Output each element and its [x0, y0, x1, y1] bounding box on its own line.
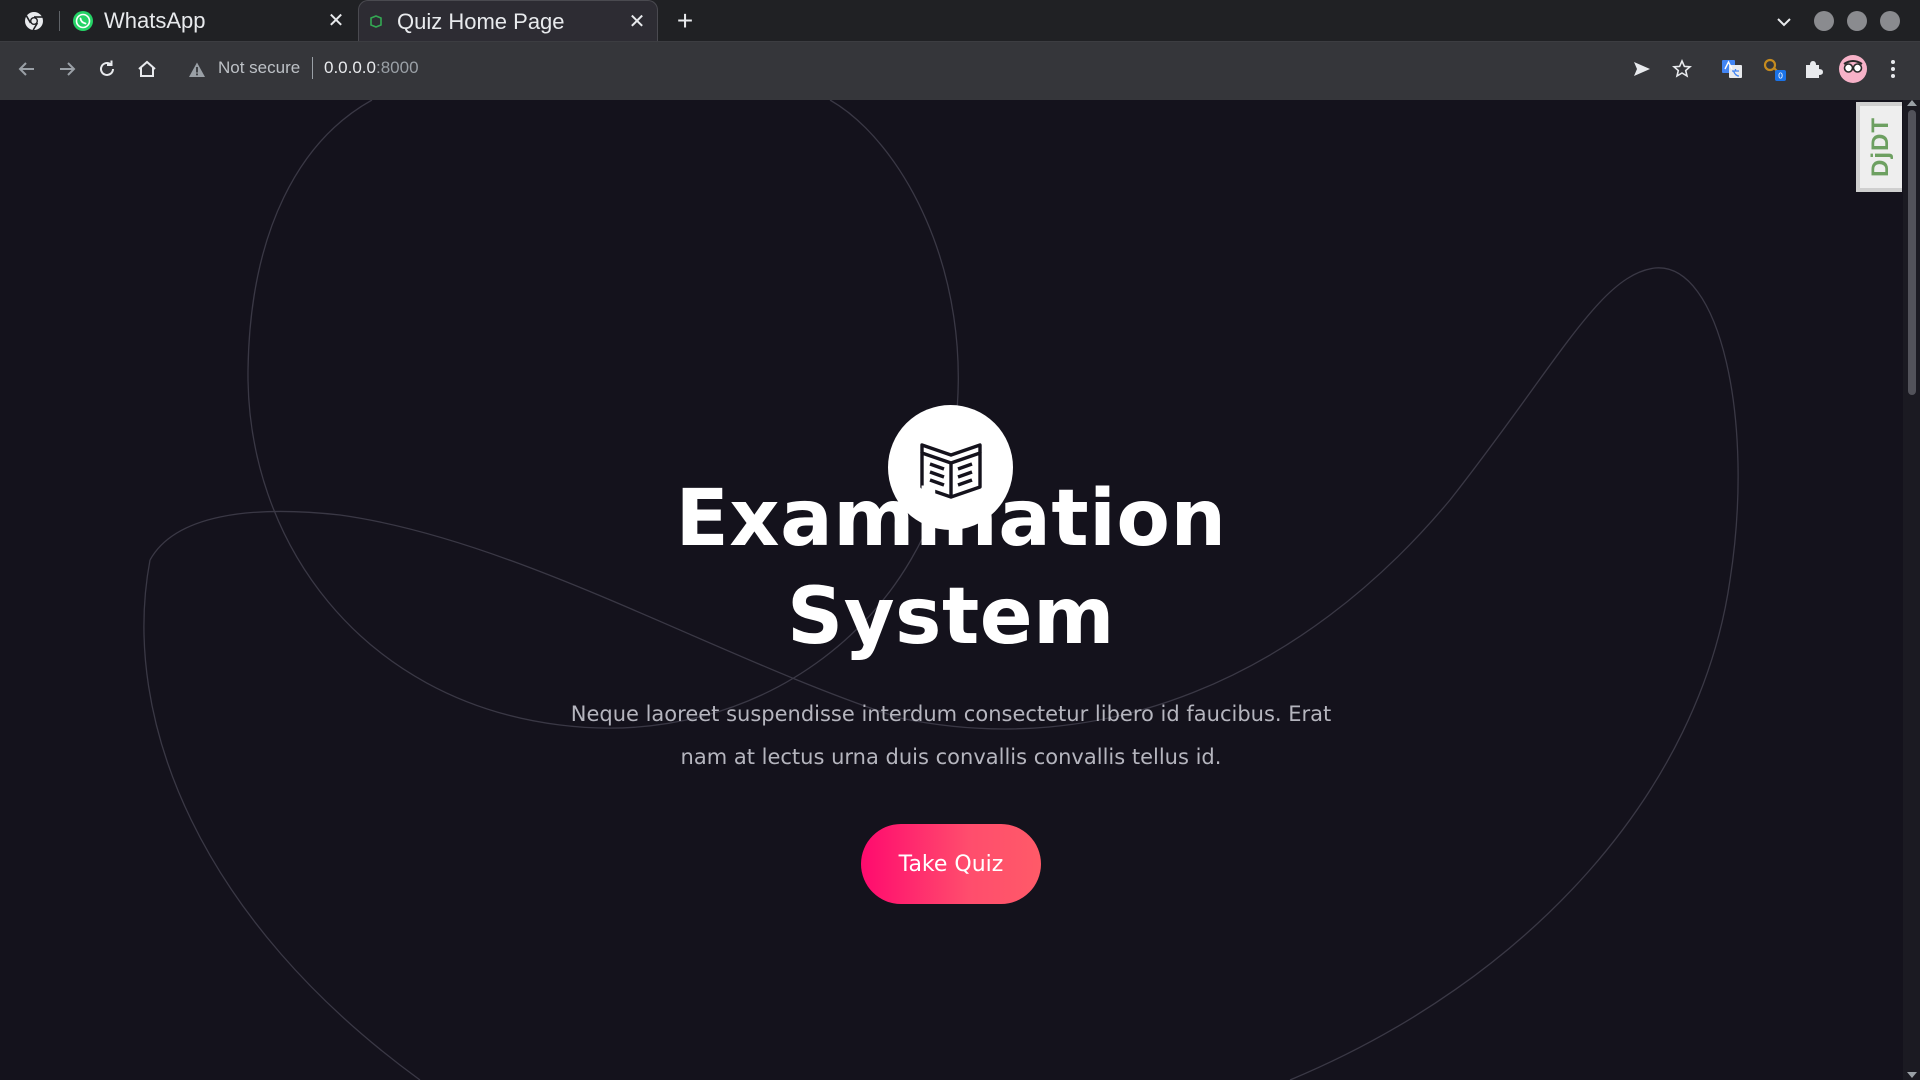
url-text[interactable]: 0.0.0.0:8000 — [324, 58, 419, 78]
django-debug-toolbar-handle[interactable]: DjDT — [1856, 102, 1902, 192]
tab-whatsapp[interactable]: WhatsApp ✕ — [66, 0, 356, 42]
djdt-label: DjDT — [1867, 117, 1894, 177]
kebab-menu-icon — [1891, 60, 1895, 78]
page-favicon-icon — [365, 11, 387, 33]
browser-menu-button[interactable] — [1878, 54, 1908, 84]
scroll-down-arrow[interactable] — [1907, 1072, 1917, 1078]
key-extension-button[interactable]: 0 — [1760, 54, 1790, 84]
page-scrollbar[interactable] — [1903, 100, 1920, 1080]
reload-button[interactable] — [92, 54, 122, 84]
home-icon — [138, 60, 156, 77]
title-line-2: System — [787, 572, 1115, 662]
svg-text:0: 0 — [1778, 72, 1783, 81]
take-quiz-button[interactable]: Take Quiz — [861, 824, 1041, 904]
page-content: Examination System Neque laoreet suspend… — [0, 100, 1903, 1080]
profile-button[interactable] — [1838, 54, 1868, 84]
bookmark-button[interactable] — [1667, 54, 1697, 84]
forward-arrow-icon — [60, 62, 76, 76]
tab-quiz-home[interactable]: Quiz Home Page ✕ — [358, 0, 658, 42]
new-tab-button[interactable]: + — [672, 7, 698, 35]
forward-button[interactable] — [52, 54, 82, 84]
warning-icon[interactable] — [188, 61, 206, 79]
avatar — [1839, 55, 1867, 83]
translate-extension-button[interactable] — [1717, 54, 1747, 84]
security-status-label[interactable]: Not secure — [218, 58, 300, 78]
send-to-devices-button[interactable] — [1627, 54, 1657, 84]
key-icon: 0 — [1763, 58, 1786, 81]
url-port: :8000 — [376, 58, 419, 77]
extensions-button[interactable] — [1798, 54, 1828, 84]
tab-title: WhatsApp — [104, 8, 206, 33]
browser-toolbar: Not secure 0.0.0.0:8000 0 — [0, 42, 1920, 100]
title-line-1: Examination — [675, 474, 1227, 564]
reload-icon — [100, 60, 114, 76]
close-window-button[interactable] — [1880, 11, 1900, 31]
home-button[interactable] — [132, 54, 162, 84]
back-button[interactable] — [12, 54, 42, 84]
back-arrow-icon — [18, 62, 34, 76]
scroll-thumb[interactable] — [1908, 110, 1916, 395]
hero-description: Neque laoreet suspendisse interdum conse… — [570, 702, 1332, 769]
close-tab-icon[interactable]: ✕ — [324, 9, 348, 33]
tab-separator — [59, 11, 60, 31]
whatsapp-icon — [72, 10, 94, 32]
tab-title: Quiz Home Page — [397, 8, 565, 34]
scroll-up-arrow[interactable] — [1907, 100, 1917, 106]
tab-search-chevron-icon[interactable] — [1772, 10, 1796, 34]
send-icon — [1634, 62, 1650, 76]
star-icon — [1672, 59, 1692, 78]
url-host: 0.0.0.0 — [324, 58, 376, 77]
tab-strip: WhatsApp ✕ Quiz Home Page ✕ + — [0, 0, 1920, 42]
page-title: Examination System — [560, 470, 1342, 666]
maximize-button[interactable] — [1847, 11, 1867, 31]
omnibox-divider — [312, 57, 313, 79]
minimize-button[interactable] — [1814, 11, 1834, 31]
puzzle-icon — [1806, 61, 1823, 78]
close-tab-icon[interactable]: ✕ — [625, 10, 649, 34]
google-translate-icon — [1722, 60, 1742, 78]
chrome-icon[interactable] — [24, 11, 44, 31]
